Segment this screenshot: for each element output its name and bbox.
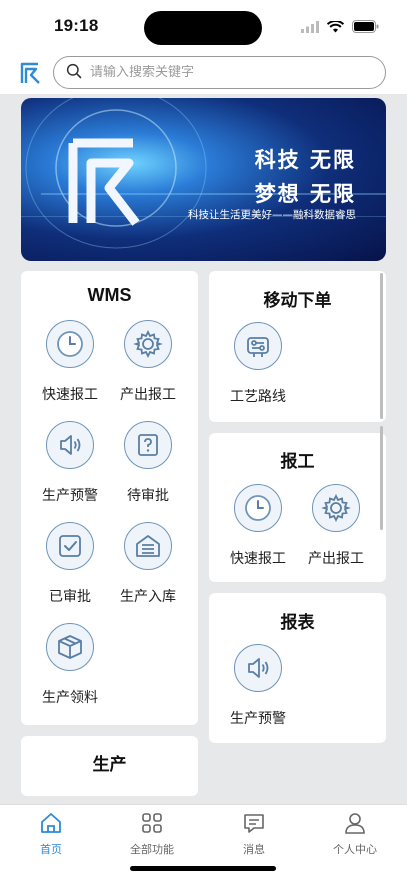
production-stockin-label: 生产入库 [120, 589, 176, 605]
tab-all-functions-label: 全部功能 [130, 843, 174, 856]
tab-messages[interactable]: 消息 [219, 811, 289, 857]
mobile-order-title: 移动下单 [263, 291, 332, 311]
process-route-tile[interactable]: 工艺路线 [218, 322, 298, 406]
home-icon [39, 813, 63, 839]
message-icon [242, 814, 266, 839]
approved-tile[interactable]: 已审批 [30, 522, 110, 606]
quick-report-tile[interactable]: 快速报工 [30, 320, 110, 404]
speaker-icon [46, 421, 94, 469]
production-stockin-tile[interactable]: 生产入库 [108, 522, 188, 606]
banner-headline-1: 科技 无限 [254, 148, 356, 172]
quick-report-tile-2[interactable]: 快速报工 [218, 484, 298, 568]
promo-banner[interactable]: 科技 无限 梦想 无限 科技让生活更美好——融科数据睿思 [21, 98, 386, 261]
material-requisition-label: 生产领料 [42, 690, 98, 706]
output-report-label: 产出报工 [120, 387, 176, 403]
production-warning-tile-2[interactable]: 生产预警 [218, 644, 298, 728]
question-icon [124, 421, 172, 469]
search-box[interactable] [53, 56, 386, 89]
top-bar [0, 54, 407, 94]
search-icon [66, 63, 82, 83]
reports-title: 报表 [280, 613, 315, 633]
status-icons [301, 18, 379, 37]
box-icon [46, 623, 94, 671]
approved-label: 已审批 [49, 589, 91, 605]
tab-profile[interactable]: 个人中心 [320, 811, 390, 857]
production-warning-label: 生产预警 [42, 488, 98, 504]
production-warning-label-2: 生产预警 [230, 711, 286, 727]
app-logo-icon [20, 62, 42, 84]
banner-slogan: 科技让生活更美好——融科数据睿思 [188, 209, 356, 221]
warehouse-icon [124, 522, 172, 570]
gear-icon [124, 320, 172, 368]
user-icon [343, 813, 367, 839]
wifi-icon [326, 18, 345, 37]
tab-messages-label: 消息 [243, 843, 265, 856]
quick-report-label-2: 快速报工 [230, 551, 286, 567]
home-indicator [130, 866, 276, 871]
production-title: 生产 [92, 755, 127, 775]
mobile-order-card: 移动下单 工艺路线 [209, 271, 386, 422]
production-warning-tile[interactable]: 生产预警 [30, 421, 110, 505]
pending-approval-label: 待审批 [127, 488, 169, 504]
grid-icon [140, 813, 164, 839]
output-report-label-2: 产出报工 [308, 551, 364, 567]
speaker-icon [234, 644, 282, 692]
output-report-tile[interactable]: 产出报工 [108, 320, 188, 404]
dynamic-island [144, 11, 262, 45]
status-bar: 19:18 [0, 0, 407, 54]
output-report-tile-2[interactable]: 产出报工 [296, 484, 376, 568]
signal-icon [301, 18, 319, 37]
search-input[interactable] [90, 65, 350, 80]
right-column-scrollbar-2[interactable] [380, 426, 383, 530]
process-route-label: 工艺路线 [230, 389, 286, 405]
material-requisition-tile[interactable]: 生产领料 [30, 623, 110, 707]
tab-home[interactable]: 首页 [16, 811, 86, 857]
banner-headline-2: 梦想 无限 [254, 182, 356, 206]
production-card: 生产 [21, 736, 198, 796]
report-work-title: 报工 [280, 452, 315, 472]
right-column-scrollbar[interactable] [380, 273, 383, 419]
clock-icon [234, 484, 282, 532]
status-time: 19:18 [54, 16, 99, 35]
wms-title: WMS [87, 285, 132, 305]
route-icon [234, 322, 282, 370]
tab-profile-label: 个人中心 [333, 843, 377, 856]
tab-home-label: 首页 [40, 843, 62, 856]
battery-icon [352, 18, 379, 37]
check-icon [46, 522, 94, 570]
gear-icon [312, 484, 360, 532]
clock-icon [46, 320, 94, 368]
report-work-card: 报工 快速报工 产出报工 [209, 433, 386, 582]
reports-card: 报表 生产预警 [209, 593, 386, 743]
wms-card: WMS 快速报工 产出报工 生产预警 待审批 已审批 生产入库 生产领料 [21, 271, 198, 725]
tab-all-functions[interactable]: 全部功能 [117, 811, 187, 857]
bottom-tab-bar: 首页 全部功能 消息 个人中心 [0, 804, 407, 883]
quick-report-label: 快速报工 [42, 387, 98, 403]
pending-approval-tile[interactable]: 待审批 [108, 421, 188, 505]
